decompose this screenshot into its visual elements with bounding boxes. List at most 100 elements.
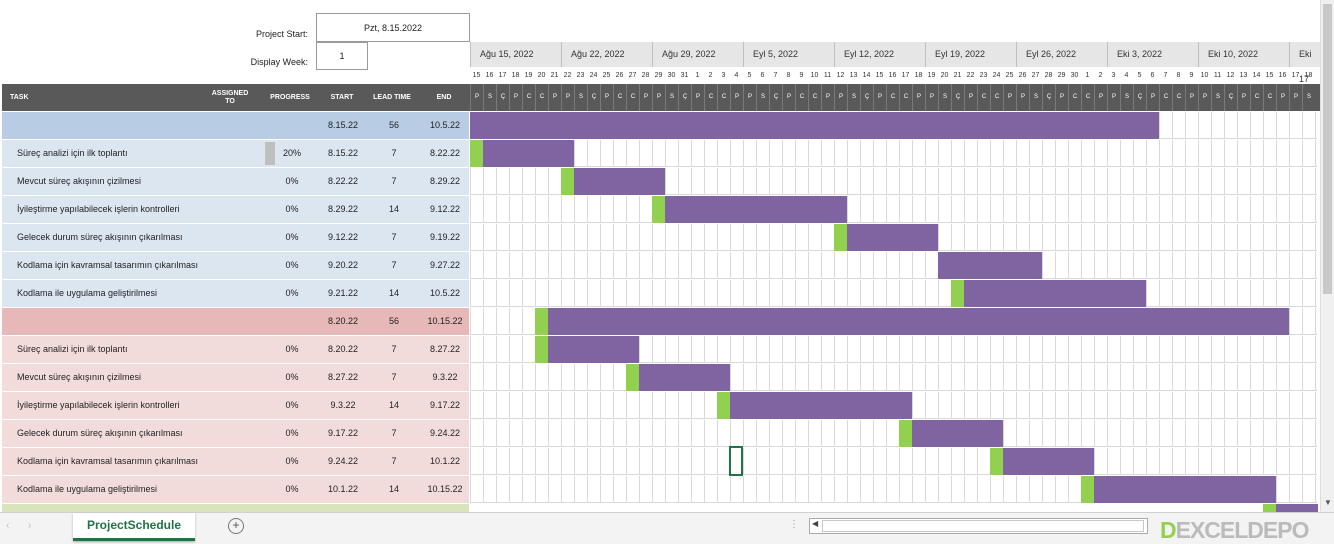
progress-value: 0% <box>285 372 299 382</box>
task-row[interactable]: Kodlama ile uygulama geliştirilmesi 0% 9.2… <box>2 280 469 308</box>
gantt-row <box>470 280 1317 307</box>
next-sheet-icon[interactable]: › <box>28 520 31 531</box>
lead-time: 14 <box>388 400 399 410</box>
task-row[interactable]: Süreç analizi için ilk toplantı 0% 8.20.22… <box>2 336 469 364</box>
task-bar[interactable] <box>561 168 665 195</box>
task-row[interactable]: Kodlama için kavramsal tasarımın çıkarıl… <box>2 252 469 280</box>
task-bar[interactable] <box>938 252 1042 279</box>
horizontal-scrollbar[interactable]: ◀ <box>809 518 1148 534</box>
vertical-scrollbar[interactable]: ▼ <box>1320 0 1334 512</box>
day-number: 31 <box>680 72 689 79</box>
day-letter: C <box>899 84 912 111</box>
day-letter: C <box>717 84 730 111</box>
scroll-left-icon[interactable]: ◀ <box>812 519 818 528</box>
task-bar[interactable] <box>1081 476 1276 503</box>
day-number: 25 <box>602 72 611 79</box>
task-start-marker <box>717 392 730 419</box>
lead-time: 7 <box>391 428 397 438</box>
task-row[interactable]: Mevcut süreç akışının çizilmesi 0% 8.27.22… <box>2 364 469 392</box>
tab-splitter-icon[interactable]: ⋮ <box>789 519 799 530</box>
day-number: 10 <box>810 72 819 79</box>
scroll-down-icon[interactable]: ▼ <box>1324 498 1332 507</box>
day-letter: Ç <box>1224 84 1237 111</box>
add-sheet-icon[interactable]: + <box>228 518 244 534</box>
day-letter: P <box>925 84 938 111</box>
day-letter: P <box>1198 84 1211 111</box>
day-letter: P <box>1094 84 1107 111</box>
task-bar[interactable] <box>834 224 938 251</box>
day-number: 17 <box>1291 72 1300 79</box>
day-letter: Ç <box>1133 84 1146 111</box>
end-date: 9.24.22 <box>429 428 461 438</box>
day-number: 16 <box>888 72 897 79</box>
task-row[interactable]: Kodlama için kavramsal tasarımın çıkarıl… <box>2 448 469 476</box>
day-letter: C <box>535 84 548 111</box>
task-row[interactable]: Gelecek durum süreç akışının çıkarılması… <box>2 224 469 252</box>
next-group-row <box>2 504 469 512</box>
end-date: 10.15.22 <box>427 316 463 326</box>
task-row[interactable]: İyileştirme yapılabilecek işlerin kontro… <box>2 392 469 420</box>
task-bar[interactable] <box>626 364 730 391</box>
col-end-header: END <box>436 93 452 101</box>
day-number: 6 <box>1150 72 1155 79</box>
tab-projectschedule[interactable]: ProjectSchedule <box>73 513 195 541</box>
day-letter: P <box>548 84 561 111</box>
task-row[interactable]: Mevcut süreç akışının çizilmesi 0% 8.22.22… <box>2 168 469 196</box>
col-start-header: START <box>330 93 354 101</box>
summary-row[interactable]: 8.20.22 56 10.15.22 <box>2 308 469 336</box>
day-letter: S <box>1120 84 1133 111</box>
day-number: 23 <box>979 72 988 79</box>
summary-row[interactable]: 8.15.22 56 10.5.22 <box>2 112 469 140</box>
day-letter: S <box>574 84 587 111</box>
task-row[interactable]: Gelecek durum süreç akışının çıkarılması… <box>2 420 469 448</box>
vertical-scroll-thumb[interactable] <box>1323 4 1332 294</box>
display-week-cell[interactable]: 1 <box>316 42 368 70</box>
task-bar[interactable] <box>535 336 639 363</box>
start-date: 8.15.22 <box>327 148 359 158</box>
task-bar[interactable] <box>899 420 1003 447</box>
task-row[interactable]: İyileştirme yapılabilecek işlerin kontro… <box>2 196 469 224</box>
day-number: 10 <box>1200 72 1209 79</box>
day-letter: S <box>1211 84 1224 111</box>
task-row[interactable]: Süreç analizi için ilk toplantı 20% 8.15.2… <box>2 140 469 168</box>
day-letter: C <box>1250 84 1263 111</box>
task-bar[interactable] <box>470 140 574 167</box>
start-date: 8.22.22 <box>327 176 359 186</box>
day-letter: P <box>912 84 925 111</box>
day-number: 2 <box>1098 72 1103 79</box>
task-name: İyileştirme yapılabilecek işlerin kontro… <box>17 204 180 214</box>
task-bar[interactable] <box>535 308 1289 335</box>
task-bar[interactable] <box>652 196 847 223</box>
day-number: 16 <box>1278 72 1287 79</box>
progress-value: 0% <box>285 232 299 242</box>
day-number: 2 <box>708 72 713 79</box>
task-bar[interactable] <box>470 112 1159 139</box>
project-start-cell[interactable]: Pzt, 8.15.2022 <box>316 13 470 42</box>
day-number: 21 <box>550 72 559 79</box>
task-start-marker <box>1263 504 1276 512</box>
col-assigned-header: ASSIGNED TO <box>211 89 249 105</box>
day-letter: C <box>1159 84 1172 111</box>
selected-cell[interactable] <box>729 446 743 476</box>
day-letter: C <box>613 84 626 111</box>
task-row[interactable]: Kodlama ile uygulama geliştirilmesi 0% 10.… <box>2 476 469 504</box>
progress-value: 0% <box>285 456 299 466</box>
week-label: Eki 10, 2022 <box>1198 42 1289 67</box>
task-bar[interactable] <box>951 280 1146 307</box>
col-lead-header: LEAD TIME <box>373 93 411 101</box>
day-number: 6 <box>760 72 765 79</box>
horizontal-scroll-thumb[interactable] <box>822 520 1144 532</box>
day-letter: P <box>743 84 756 111</box>
task-bar[interactable] <box>990 448 1094 475</box>
day-number: 30 <box>1070 72 1079 79</box>
day-letter: C <box>626 84 639 111</box>
task-name: Mevcut süreç akışının çizilmesi <box>17 372 142 382</box>
progress-value <box>274 112 310 139</box>
day-letter: P <box>730 84 743 111</box>
day-number: 15 <box>1265 72 1274 79</box>
prev-sheet-icon[interactable]: ‹ <box>6 520 9 531</box>
end-date: 8.29.22 <box>429 176 461 186</box>
day-letter: P <box>1016 84 1029 111</box>
day-number: 16 <box>485 72 494 79</box>
task-bar[interactable] <box>717 392 912 419</box>
